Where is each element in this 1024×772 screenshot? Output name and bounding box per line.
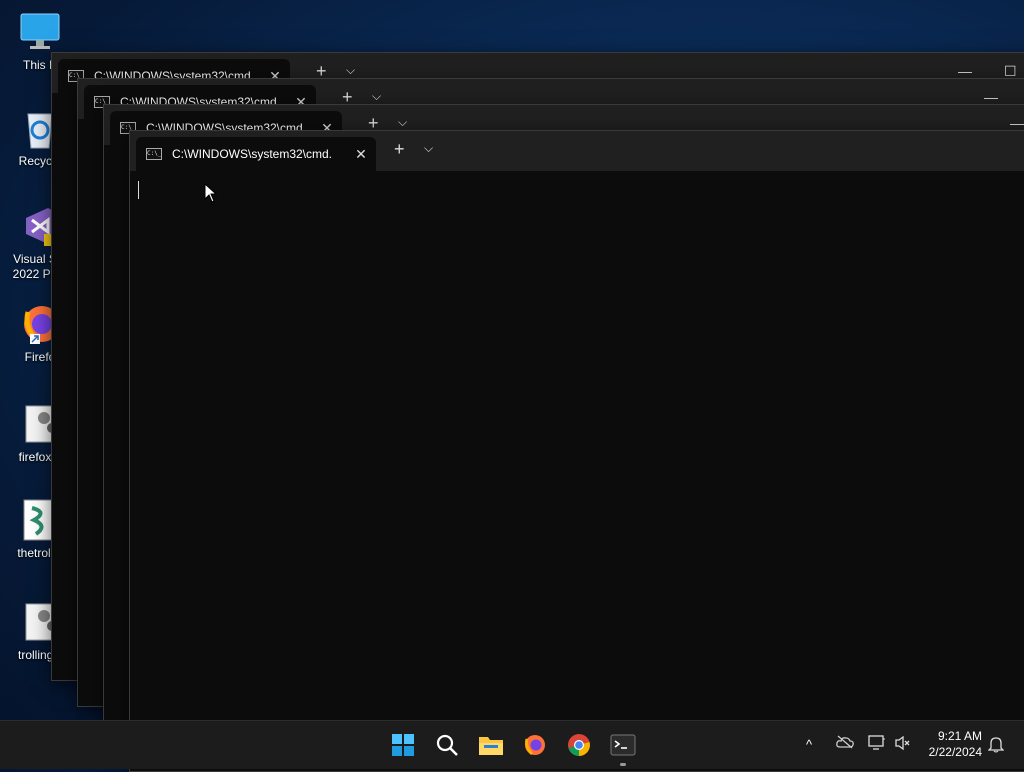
search-icon	[436, 734, 458, 756]
firefox-taskbar-button[interactable]	[518, 729, 552, 761]
terminal-output[interactable]	[130, 171, 1024, 771]
terminal-tab[interactable]: C:\_ C:\WINDOWS\system32\cmd. ✕	[136, 137, 376, 171]
network-icon[interactable]	[868, 735, 886, 754]
firefox-icon	[525, 735, 545, 756]
chrome-taskbar-button[interactable]	[562, 729, 596, 761]
cmd-icon: C:\_	[146, 148, 162, 160]
taskbar: ^ 9:21 AM 2/22/2024	[0, 720, 1024, 769]
clock-date: 2/22/2024	[928, 745, 982, 759]
chrome-icon	[568, 734, 590, 756]
terminal-taskbar-button[interactable]	[606, 729, 640, 761]
title-bar[interactable]: C:\_ C:\WINDOWS\system32\cmd. ✕ + ⌵	[130, 131, 1024, 171]
close-icon[interactable]: ✕	[346, 146, 376, 163]
terminal-icon	[610, 734, 636, 756]
onedrive-icon[interactable]	[836, 735, 854, 752]
minimize-button[interactable]: —	[958, 63, 972, 79]
volume-muted-icon[interactable]	[894, 735, 912, 754]
chevron-down-icon[interactable]: ⌵	[398, 115, 407, 130]
start-icon	[392, 734, 414, 756]
system-clock[interactable]: 9:21 AM 2/22/2024	[929, 728, 982, 760]
chevron-down-icon[interactable]: ⌵	[346, 63, 355, 78]
running-indicator	[620, 763, 626, 766]
chevron-down-icon[interactable]: ⌵	[424, 141, 433, 156]
chevron-up-icon[interactable]: ^	[806, 737, 812, 752]
terminal-window-active[interactable]: C:\_ C:\WINDOWS\system32\cmd. ✕ + ⌵	[129, 130, 1024, 772]
minimize-button[interactable]: —	[984, 89, 998, 105]
this-pc-icon	[18, 10, 62, 54]
file-explorer-icon	[479, 737, 503, 755]
minimize-button[interactable]: —	[1010, 115, 1024, 131]
file-explorer-button[interactable]	[474, 729, 508, 761]
text-cursor	[138, 181, 139, 199]
chevron-down-icon[interactable]: ⌵	[372, 89, 381, 104]
tab-title: C:\WINDOWS\system32\cmd.	[172, 147, 333, 161]
notification-bell-icon[interactable]	[987, 735, 1005, 756]
new-tab-button[interactable]: +	[394, 139, 405, 160]
start-button[interactable]	[386, 729, 420, 761]
mouse-pointer-icon	[204, 182, 218, 208]
search-button[interactable]	[430, 729, 464, 761]
clock-time: 9:21 AM	[937, 729, 982, 743]
